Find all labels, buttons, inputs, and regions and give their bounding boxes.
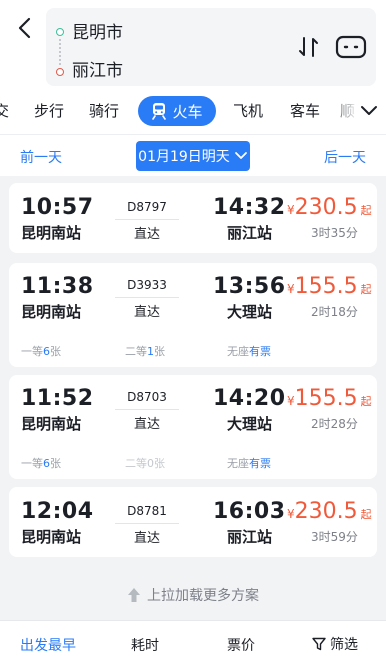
tab-walk[interactable]: 步行 — [34, 100, 64, 121]
train-number: D8797 — [127, 200, 167, 214]
price: ¥155.5 起 — [287, 274, 372, 299]
sort-earliest-button[interactable]: 出发最早 — [20, 635, 76, 655]
departure-station: 昆明南站 — [21, 224, 82, 242]
swap-icon[interactable] — [296, 34, 322, 60]
seat-first-class: 一等6张 — [21, 457, 61, 470]
departure-time: 11:52 — [21, 386, 94, 411]
price-value: 155.5 — [294, 274, 358, 299]
price-suffix: 起 — [360, 204, 372, 217]
currency-symbol: ¥ — [287, 394, 295, 408]
train-type: 直达 — [133, 227, 160, 242]
sort-duration-button[interactable]: 耗时 — [131, 635, 159, 655]
back-button[interactable] — [12, 14, 36, 42]
sort-price-button[interactable]: 票价 — [227, 635, 255, 655]
route-input-box: 昆明市 丽江市 — [46, 8, 376, 86]
seat-second-class: 二等0张 — [125, 457, 165, 470]
filter-icon — [312, 637, 326, 651]
train-route-line — [115, 409, 179, 410]
train-number: D3933 — [127, 278, 167, 292]
prev-day-button[interactable]: 前一天 — [20, 147, 62, 167]
price-value: 230.5 — [294, 499, 358, 524]
train-card[interactable]: 11:38 昆明南站 D3933 直达 13:56 大理站 ¥155.5 起 2时… — [9, 263, 377, 367]
next-day-button[interactable]: 后一天 — [324, 147, 366, 167]
more-options-icon[interactable] — [335, 35, 367, 59]
tab-coach[interactable]: 客车 — [290, 100, 320, 121]
train-icon — [152, 103, 167, 120]
chevron-down-icon[interactable] — [358, 99, 380, 121]
train-card[interactable]: 12:04 昆明南站 D8781 直达 16:03 丽江站 ¥230.5 起 3时… — [9, 487, 377, 557]
sort-bar: 出发最早 耗时 票价 筛选 — [0, 620, 386, 666]
arrival-station: 大理站 — [227, 303, 273, 321]
train-number: D8703 — [127, 390, 167, 404]
price: ¥230.5 起 — [287, 195, 372, 220]
train-card[interactable]: 10:57 昆明南站 D8797 直达 14:32 丽江站 ¥230.5 起 3时… — [9, 183, 377, 253]
arrival-station: 大理站 — [227, 415, 273, 433]
departure-station: 昆明南站 — [21, 303, 82, 321]
tab-flight[interactable]: 飞机 — [233, 100, 263, 121]
seat-standing: 无座有票 — [227, 345, 271, 358]
departure-time: 11:38 — [21, 274, 94, 299]
arrival-station: 丽江站 — [227, 224, 273, 242]
train-type: 直达 — [133, 531, 160, 546]
arrival-time: 14:20 — [213, 386, 286, 411]
duration: 2时18分 — [311, 305, 358, 319]
tab-train[interactable]: 火车 — [138, 96, 216, 126]
seat-standing: 无座有票 — [227, 457, 271, 470]
price-value: 230.5 — [294, 195, 358, 220]
train-route-line — [115, 219, 179, 220]
price-value: 155.5 — [294, 386, 358, 411]
arrival-time: 14:32 — [213, 195, 286, 220]
date-bar: 前一天 01月19日明天 后一天 — [0, 134, 386, 176]
transport-mode-tabs: 交 步行 骑行 火车 飞机 客车 顺 — [0, 88, 386, 134]
destination-city[interactable]: 丽江市 — [72, 56, 123, 81]
train-card[interactable]: 11:52 昆明南站 D8703 直达 14:20 大理站 ¥155.5 起 2时… — [9, 375, 377, 479]
train-route-line — [115, 523, 179, 524]
duration: 2时28分 — [311, 417, 358, 431]
price-suffix: 起 — [360, 283, 372, 296]
load-more-hint: 上拉加载更多方案 — [0, 584, 386, 606]
departure-time: 12:04 — [21, 499, 94, 524]
tab-train-label: 火车 — [172, 102, 203, 121]
departure-station: 昆明南站 — [21, 415, 82, 433]
seat-first-class: 一等6张 — [21, 345, 61, 358]
destination-dot-icon — [56, 68, 64, 76]
train-number: D8781 — [127, 504, 167, 518]
chevron-down-icon — [234, 152, 247, 159]
route-header: 昆明市 丽江市 — [0, 0, 386, 88]
currency-symbol: ¥ — [287, 282, 295, 296]
duration: 3时59分 — [311, 530, 358, 544]
duration: 3时35分 — [311, 226, 358, 240]
date-selector[interactable]: 01月19日明天 — [136, 141, 250, 171]
train-type: 直达 — [133, 305, 160, 320]
currency-symbol: ¥ — [287, 203, 295, 217]
origin-city[interactable]: 昆明市 — [72, 18, 123, 43]
chevron-left-icon — [18, 17, 31, 39]
arrow-up-icon — [128, 588, 140, 602]
train-route-line — [115, 297, 179, 298]
price-suffix: 起 — [360, 395, 372, 408]
tab-transit[interactable]: 交 — [0, 100, 9, 121]
route-connector — [59, 39, 61, 65]
load-more-label: 上拉加载更多方案 — [147, 588, 259, 604]
tab-cycle[interactable]: 骑行 — [89, 100, 119, 121]
arrival-station: 丽江站 — [227, 528, 273, 546]
departure-time: 10:57 — [21, 195, 94, 220]
origin-dot-icon — [56, 28, 64, 36]
currency-symbol: ¥ — [287, 507, 295, 521]
arrival-time: 13:56 — [213, 274, 286, 299]
arrival-time: 16:03 — [213, 499, 286, 524]
price-suffix: 起 — [360, 508, 372, 521]
departure-station: 昆明南站 — [21, 528, 82, 546]
filter-button[interactable]: 筛选 — [312, 634, 358, 654]
train-type: 直达 — [133, 417, 160, 432]
price: ¥155.5 起 — [287, 386, 372, 411]
price: ¥230.5 起 — [287, 499, 372, 524]
seat-second-class: 二等1张 — [125, 345, 165, 358]
date-label: 01月19日明天 — [138, 149, 230, 165]
filter-label: 筛选 — [330, 637, 358, 653]
tabs-fade — [328, 88, 358, 134]
